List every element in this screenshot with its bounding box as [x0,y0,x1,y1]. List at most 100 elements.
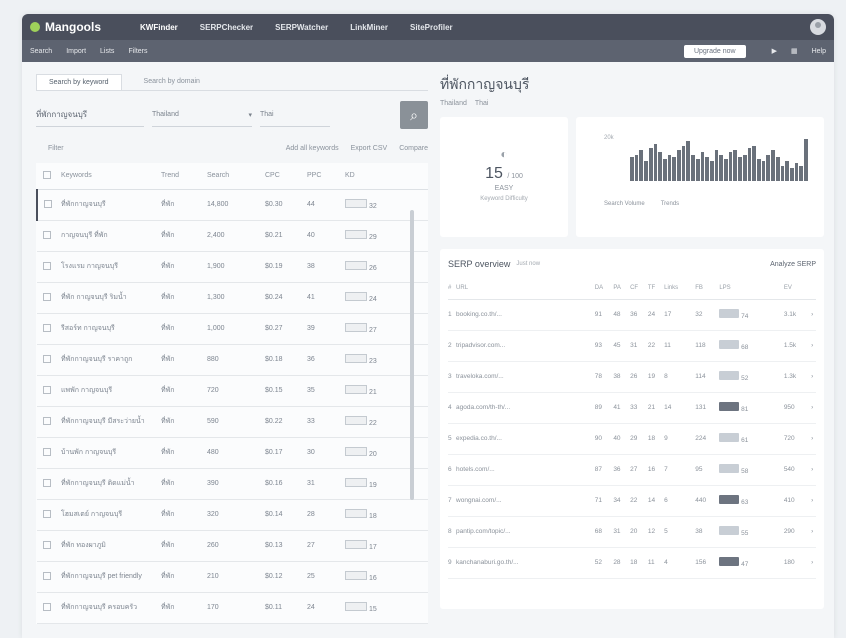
analyze-serp-button[interactable]: Analyze SERP [770,261,816,268]
search-button[interactable]: ⌕ [400,101,428,129]
serp-expand-icon[interactable]: › [811,361,816,393]
tab-search-by-keyword[interactable]: Search by keyword [36,74,122,90]
avatar[interactable] [810,19,826,35]
nav-serpchecker[interactable]: SERPChecker [200,23,253,32]
serp-expand-icon[interactable]: › [811,392,816,424]
play-icon[interactable]: ▶ [772,47,777,55]
subnav-import[interactable]: Import [66,48,86,55]
table-row[interactable]: ที่พักกาญจนบุรี ราคาถูก ที่พัก 880 $0.18 36 … [37,344,428,376]
serp-expand-icon[interactable]: › [811,299,816,331]
serp-row[interactable]: 5 expedia.co.th/... 90 40 29 18 9 224 61 720 › [448,423,816,455]
keyword-cell[interactable]: กาญจนบุรี ที่พัก [61,220,161,252]
keyword-cell[interactable]: ที่พักกาญจนบุรี ครอบครัว [61,592,161,624]
help-link[interactable]: Help [812,48,826,55]
table-row[interactable]: บ้านพัก กาญจนบุรี ที่พัก 480 $0.17 30 20 [37,437,428,469]
serp-col-header[interactable]: CF [630,277,648,300]
serp-row[interactable]: 3 traveloka.com/... 78 38 26 19 8 114 52 1.3k › [448,361,816,393]
serp-expand-icon[interactable]: › [811,454,816,486]
keyword-cell[interactable]: ที่พักกาญจนบุรี มีสระว่ายน้ำ [61,406,161,438]
serp-col-header[interactable] [811,277,816,300]
table-row[interactable]: ที่พักกาญจนบุรี ครอบครัว ที่พัก 170 $0.11 24… [37,592,428,624]
serp-url[interactable]: expedia.co.th/... [456,423,595,455]
upgrade-button[interactable]: Upgrade now [683,44,746,58]
serp-expand-icon[interactable]: › [811,330,816,362]
serp-url[interactable]: booking.co.th/... [456,299,595,331]
row-checkbox[interactable] [43,323,51,332]
row-checkbox[interactable] [43,261,51,270]
serp-col-header[interactable]: PA [613,277,631,300]
serp-row[interactable]: 6 hotels.com/... 87 36 27 16 7 95 58 540 › [448,454,816,486]
serp-expand-icon[interactable]: › [811,485,816,517]
row-checkbox[interactable] [43,385,51,394]
row-checkbox[interactable] [43,292,51,301]
row-checkbox[interactable] [43,416,51,425]
serp-col-header[interactable]: DA [594,277,614,300]
serp-col-header[interactable]: FB [695,277,720,300]
serp-url[interactable]: kanchanaburi.go.th/... [456,547,595,579]
row-checkbox[interactable] [43,509,51,518]
nav-kwfinder[interactable]: KWFinder [140,23,178,32]
serp-row[interactable]: 4 agoda.com/th-th/... 89 41 33 21 14 131 81 950 › [448,392,816,424]
serp-url[interactable]: hotels.com/... [456,454,595,486]
serp-row[interactable]: 2 tripadvisor.com... 93 45 31 22 11 118 68 1.5k › [448,330,816,362]
row-checkbox[interactable] [43,354,51,363]
serp-expand-icon[interactable]: › [811,423,816,455]
table-row[interactable]: ที่พักกาญจนบุรี ติดแม่น้ำ ที่พัก 390 $0.16 3… [37,468,428,500]
serp-col-header[interactable]: # [448,277,457,300]
col-cpc[interactable]: CPC [265,163,307,190]
table-row[interactable]: ที่พักกาญจนบุรี ที่พัก 14,800 $0.30 44 32 [36,189,428,221]
serp-expand-icon[interactable]: › [811,547,816,579]
row-checkbox[interactable] [43,602,51,611]
keyword-cell[interactable]: ที่พักกาญจนบุรี ติดแม่น้ำ [61,468,161,500]
serp-expand-icon[interactable]: › [811,516,816,548]
keyword-cell[interactable]: ที่พักกาญจนบุรี pet friendly [61,561,161,593]
col-keyword[interactable]: Keywords [61,163,161,190]
keyword-cell[interactable]: แพพัก กาญจนบุรี [61,375,161,407]
keyword-cell[interactable]: โรงแรม กาญจนบุรี [61,251,161,283]
subnav-filters[interactable]: Filters [128,48,147,55]
subnav-search[interactable]: Search [30,48,52,55]
language-select[interactable]: Thai [260,103,330,127]
row-checkbox[interactable] [44,199,52,208]
compare-button[interactable]: Compare [399,145,428,152]
serp-col-header[interactable]: TF [647,277,665,300]
serp-row[interactable]: 8 pantip.com/topic/... 68 31 20 12 5 38 55 290 › [448,516,816,548]
nav-siteprofiler[interactable]: SiteProfiler [410,23,453,32]
keyword-cell[interactable]: ที่พักกาญจนบุรี [61,189,161,221]
table-scrollbar[interactable] [410,210,414,500]
filter-button[interactable]: Filter [48,145,274,152]
keyword-cell[interactable]: ที่พักกาญจนบุรี ราคาถูก [61,344,161,376]
table-row[interactable]: โฮมสเตย์ กาญจนบุรี ที่พัก 320 $0.14 28 18 [37,499,428,531]
row-checkbox[interactable] [43,571,51,580]
col-trend[interactable]: Trend [161,163,207,190]
location-select[interactable]: Thailand ▾ [152,103,252,127]
row-checkbox[interactable] [43,447,51,456]
serp-row[interactable]: 1 booking.co.th/... 91 48 36 24 17 32 74 3.1k › [448,299,816,331]
serp-col-header[interactable]: URL [456,277,595,300]
col-search[interactable]: Search [207,163,265,190]
add-keywords-button[interactable]: Add all keywords [286,145,339,152]
keyword-cell[interactable]: โฮมสเตย์ กาญจนบุรี [61,499,161,531]
logo[interactable]: Mangools [30,20,140,34]
serp-col-header[interactable]: Links [664,277,696,300]
keyword-input[interactable]: ที่พักกาญจนบุรี [36,103,144,127]
serp-url[interactable]: pantip.com/topic/... [456,516,595,548]
table-row[interactable]: ที่พักกาญจนบุรี pet friendly ที่พัก 210 $0.… [37,561,428,593]
keyword-cell[interactable]: บ้านพัก กาญจนบุรี [61,437,161,469]
export-button[interactable]: Export CSV [351,145,388,152]
row-checkbox[interactable] [43,230,51,239]
serp-url[interactable]: tripadvisor.com... [456,330,595,362]
table-row[interactable]: ที่พัก ทองผาภูมิ ที่พัก 260 $0.13 27 17 [37,530,428,562]
serp-col-header[interactable]: LPS [719,277,784,300]
serp-url[interactable]: wongnai.com/... [456,485,595,517]
serp-url[interactable]: traveloka.com/... [456,361,595,393]
keyword-cell[interactable]: ที่พัก ทองผาภูมิ [61,530,161,562]
serp-row[interactable]: 9 kanchanaburi.go.th/... 52 28 18 11 4 156 47 18… [448,547,816,579]
tab-search-by-domain[interactable]: Search by domain [132,74,212,90]
table-row[interactable]: รีสอร์ท กาญจนบุรี ที่พัก 1,000 $0.27 39 27 [37,313,428,345]
table-row[interactable]: โรงแรม กาญจนบุรี ที่พัก 1,900 $0.19 38 26 [37,251,428,283]
row-checkbox[interactable] [43,540,51,549]
col-ppc[interactable]: PPC [307,163,345,190]
keyword-cell[interactable]: ที่พัก กาญจนบุรี ริมน้ำ [61,282,161,314]
table-row[interactable]: แพพัก กาญจนบุรี ที่พัก 720 $0.15 35 21 [37,375,428,407]
